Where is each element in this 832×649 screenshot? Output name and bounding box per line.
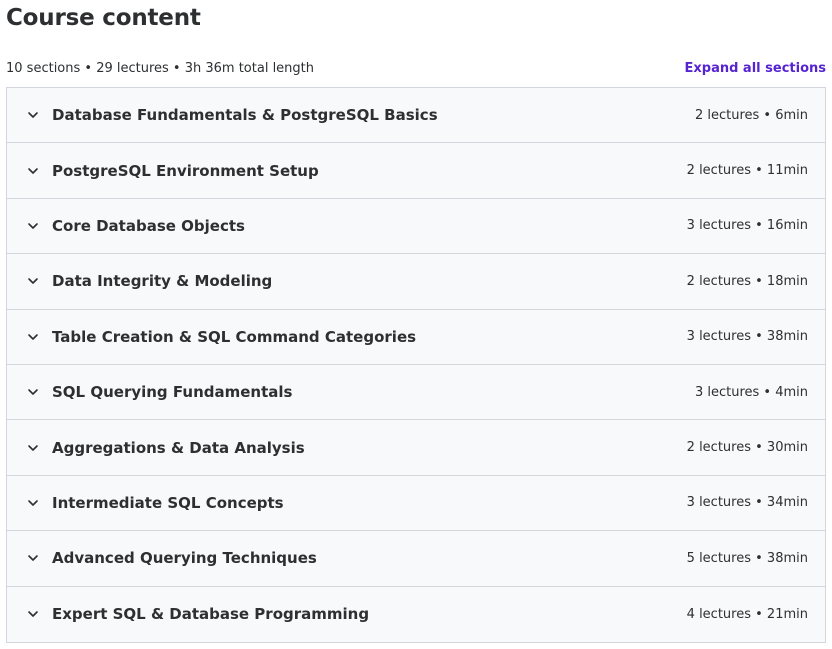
course-section-8[interactable]: Intermediate SQL Concepts 3 lectures • 3… xyxy=(7,475,825,532)
course-section-1[interactable]: Database Fundamentals & PostgreSQL Basic… xyxy=(7,88,825,144)
course-section-9[interactable]: Advanced Querying Techniques 5 lectures … xyxy=(7,531,825,587)
section-meta: 3 lectures • 16min xyxy=(686,218,808,234)
course-section-10[interactable]: Expert SQL & Database Programming 4 lect… xyxy=(7,586,825,642)
chevron-down-icon xyxy=(27,552,39,564)
section-title: Expert SQL & Database Programming xyxy=(52,605,370,624)
course-section-5[interactable]: Table Creation & SQL Command Categories … xyxy=(7,309,825,365)
chevron-down-icon xyxy=(27,386,39,398)
section-title: Aggregations & Data Analysis xyxy=(52,438,305,457)
section-title: PostgreSQL Environment Setup xyxy=(52,161,319,180)
chevron-down-icon xyxy=(27,220,39,232)
section-meta: 2 lectures • 18min xyxy=(686,273,808,289)
course-summary-bar: 10 sections • 29 lectures • 3h 36m total… xyxy=(6,57,826,79)
section-meta: 2 lectures • 6min xyxy=(694,107,808,123)
section-title: Intermediate SQL Concepts xyxy=(52,493,284,512)
chevron-down-icon xyxy=(27,109,39,121)
section-title: SQL Querying Fundamentals xyxy=(52,383,293,402)
section-title: Core Database Objects xyxy=(52,216,245,235)
chevron-down-icon xyxy=(27,442,39,454)
chevron-down-icon xyxy=(27,165,39,177)
section-meta: 3 lectures • 38min xyxy=(686,329,808,345)
section-meta: 2 lectures • 30min xyxy=(686,440,808,456)
section-meta: 3 lectures • 4min xyxy=(694,384,808,400)
course-section-7[interactable]: Aggregations & Data Analysis 2 lectures … xyxy=(7,420,825,476)
expand-all-sections-button[interactable]: Expand all sections xyxy=(685,61,827,76)
chevron-down-icon xyxy=(27,331,39,343)
section-title: Advanced Querying Techniques xyxy=(52,549,317,568)
chevron-down-icon xyxy=(27,497,39,509)
course-section-4[interactable]: Data Integrity & Modeling 2 lectures • 1… xyxy=(7,254,825,310)
section-meta: 5 lectures • 38min xyxy=(686,550,808,566)
section-meta: 2 lectures • 11min xyxy=(686,163,808,179)
section-title: Table Creation & SQL Command Categories xyxy=(52,327,417,346)
course-section-6[interactable]: SQL Querying Fundamentals 3 lectures • 4… xyxy=(7,364,825,421)
chevron-down-icon xyxy=(27,275,39,287)
course-summary: 10 sections • 29 lectures • 3h 36m total… xyxy=(6,60,315,76)
chevron-down-icon xyxy=(27,608,39,620)
course-sections-list: Database Fundamentals & PostgreSQL Basic… xyxy=(6,87,826,643)
page-title: Course content xyxy=(6,5,201,31)
section-meta: 3 lectures • 34min xyxy=(686,495,808,511)
section-title: Database Fundamentals & PostgreSQL Basic… xyxy=(52,106,438,125)
section-meta: 4 lectures • 21min xyxy=(686,606,808,622)
course-section-3[interactable]: Core Database Objects 3 lectures • 16min xyxy=(7,198,825,255)
course-section-2[interactable]: PostgreSQL Environment Setup 2 lectures … xyxy=(7,143,825,199)
section-title: Data Integrity & Modeling xyxy=(52,272,273,291)
